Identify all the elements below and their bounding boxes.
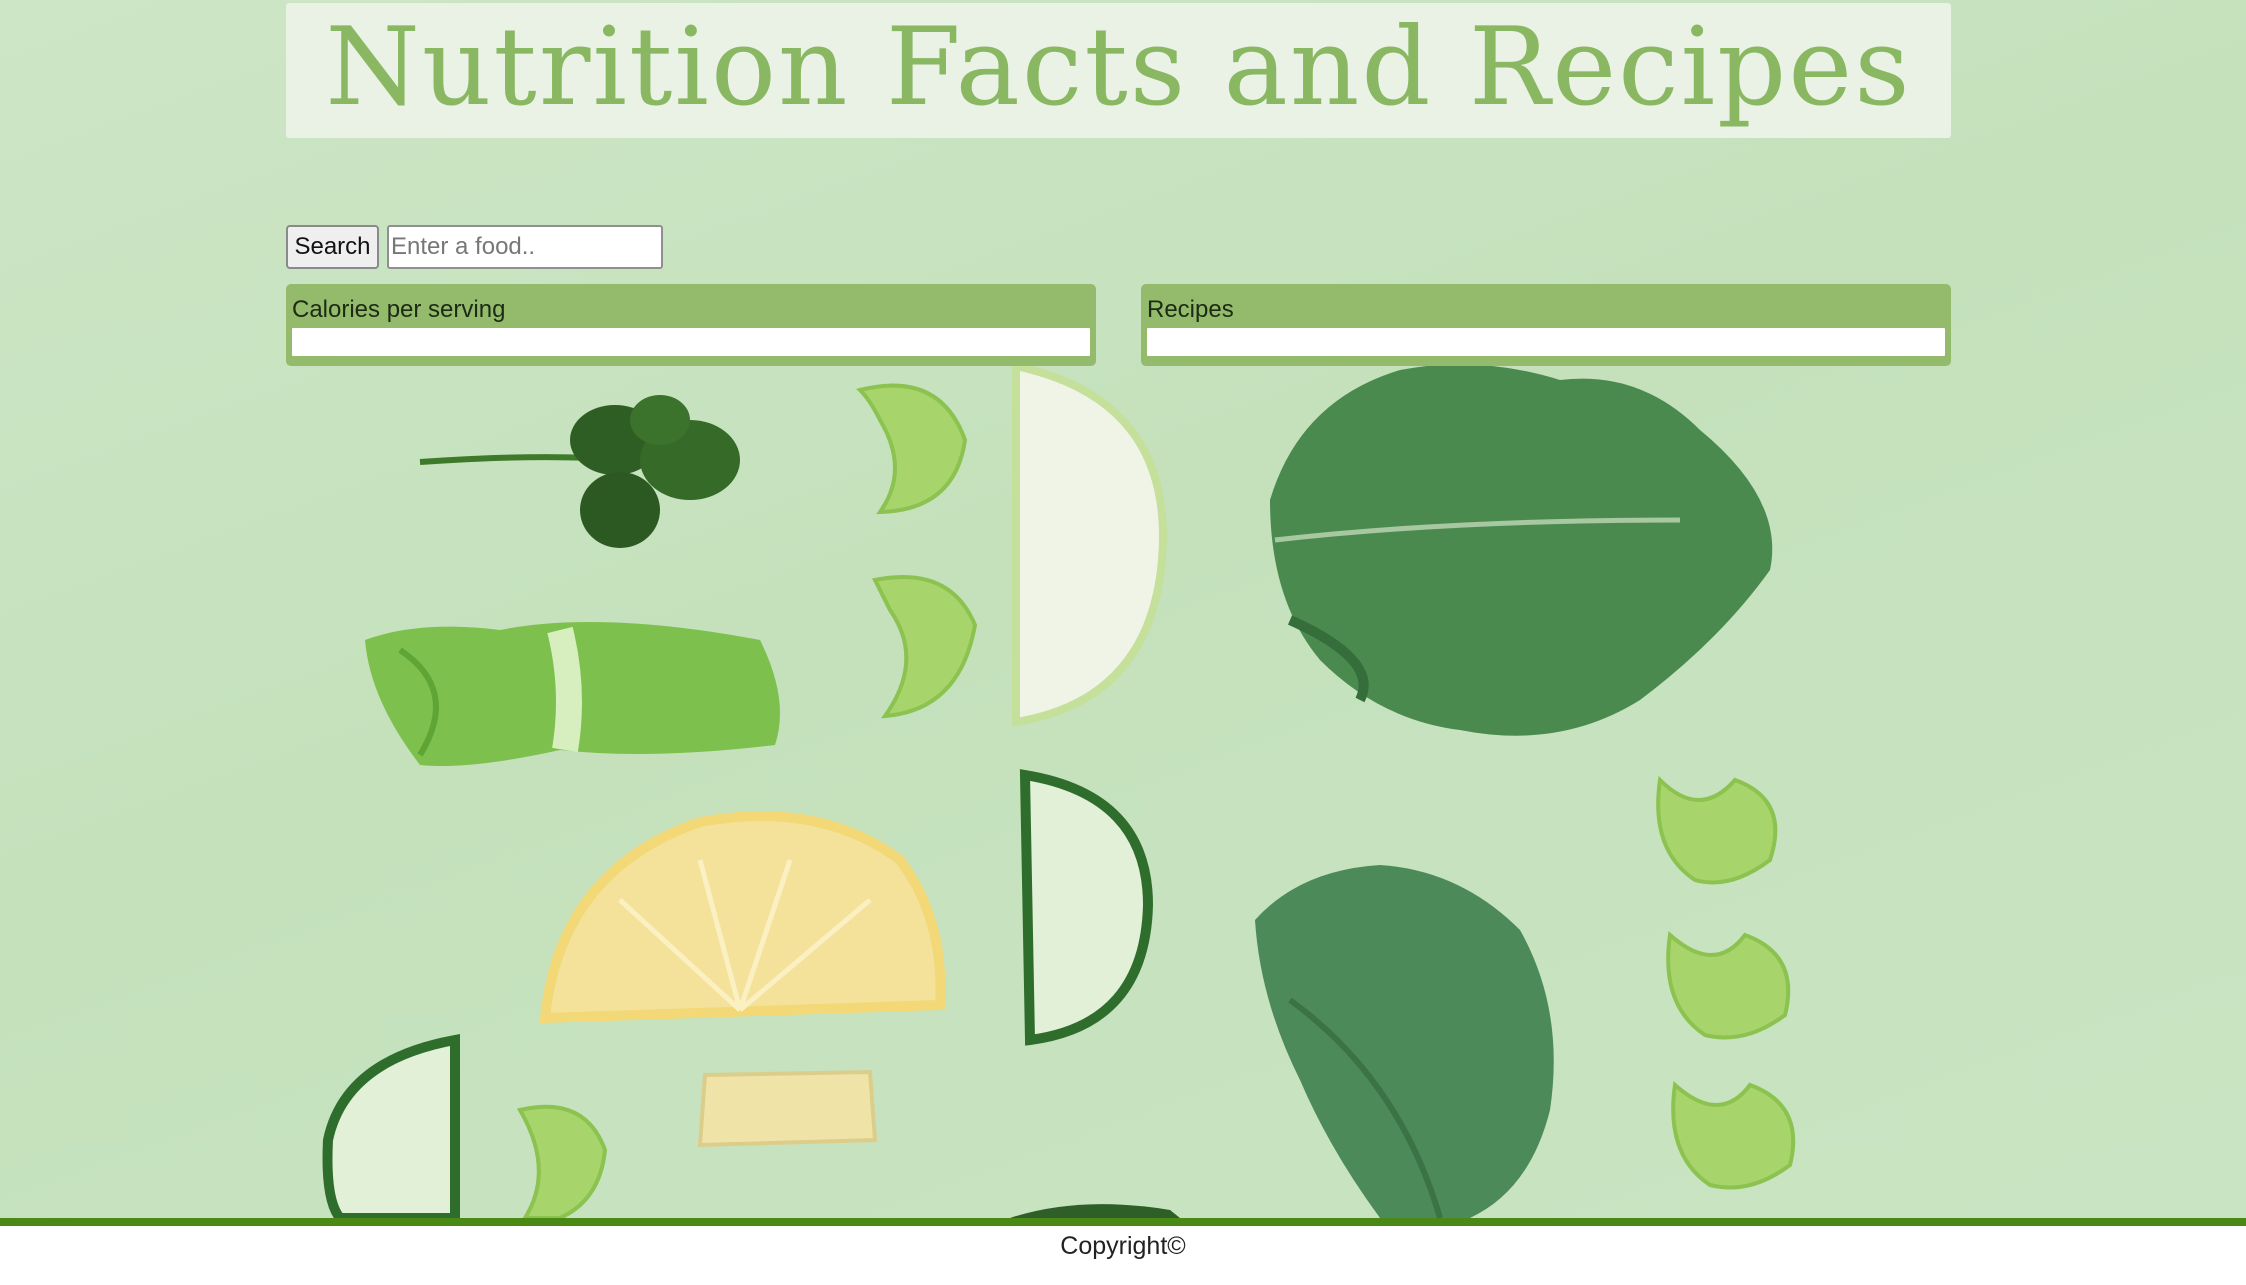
calories-panel: Calories per serving	[286, 284, 1096, 366]
ginger-slice	[697, 1069, 878, 1148]
recipes-panel-title: Recipes	[1147, 296, 1234, 323]
title-banner: Nutrition Facts and Recipes	[286, 3, 1951, 138]
search-button[interactable]: Search	[286, 225, 379, 269]
cucumber-slice-bottom	[322, 1034, 460, 1218]
recipes-panel: Recipes	[1141, 284, 1951, 366]
recipes-results	[1147, 328, 1945, 356]
radish-half	[1012, 361, 1167, 727]
food-search-input[interactable]	[387, 225, 663, 269]
footer-divider	[0, 1218, 2246, 1226]
lettuce-leaf	[365, 622, 780, 766]
copyright-text: Copyright©	[1060, 1232, 1186, 1260]
calories-panel-title: Calories per serving	[292, 296, 506, 323]
kale-leaf-bottom	[1255, 865, 1554, 1218]
background-vegetables-image	[0, 0, 2246, 1218]
page-title: Nutrition Facts and Recipes	[325, 4, 1912, 130]
parsley-sprig	[419, 395, 740, 548]
calories-results	[292, 328, 1090, 356]
lemon-slice	[539, 811, 946, 1024]
search-bar: Search	[286, 225, 663, 269]
kale-leaf-top	[1270, 364, 1773, 736]
leaf-edge	[1010, 1204, 1180, 1218]
cucumber-slice-right	[1019, 769, 1154, 1046]
vegetables-illustration	[322, 361, 1796, 1218]
footer: Copyright©	[0, 1226, 2246, 1285]
